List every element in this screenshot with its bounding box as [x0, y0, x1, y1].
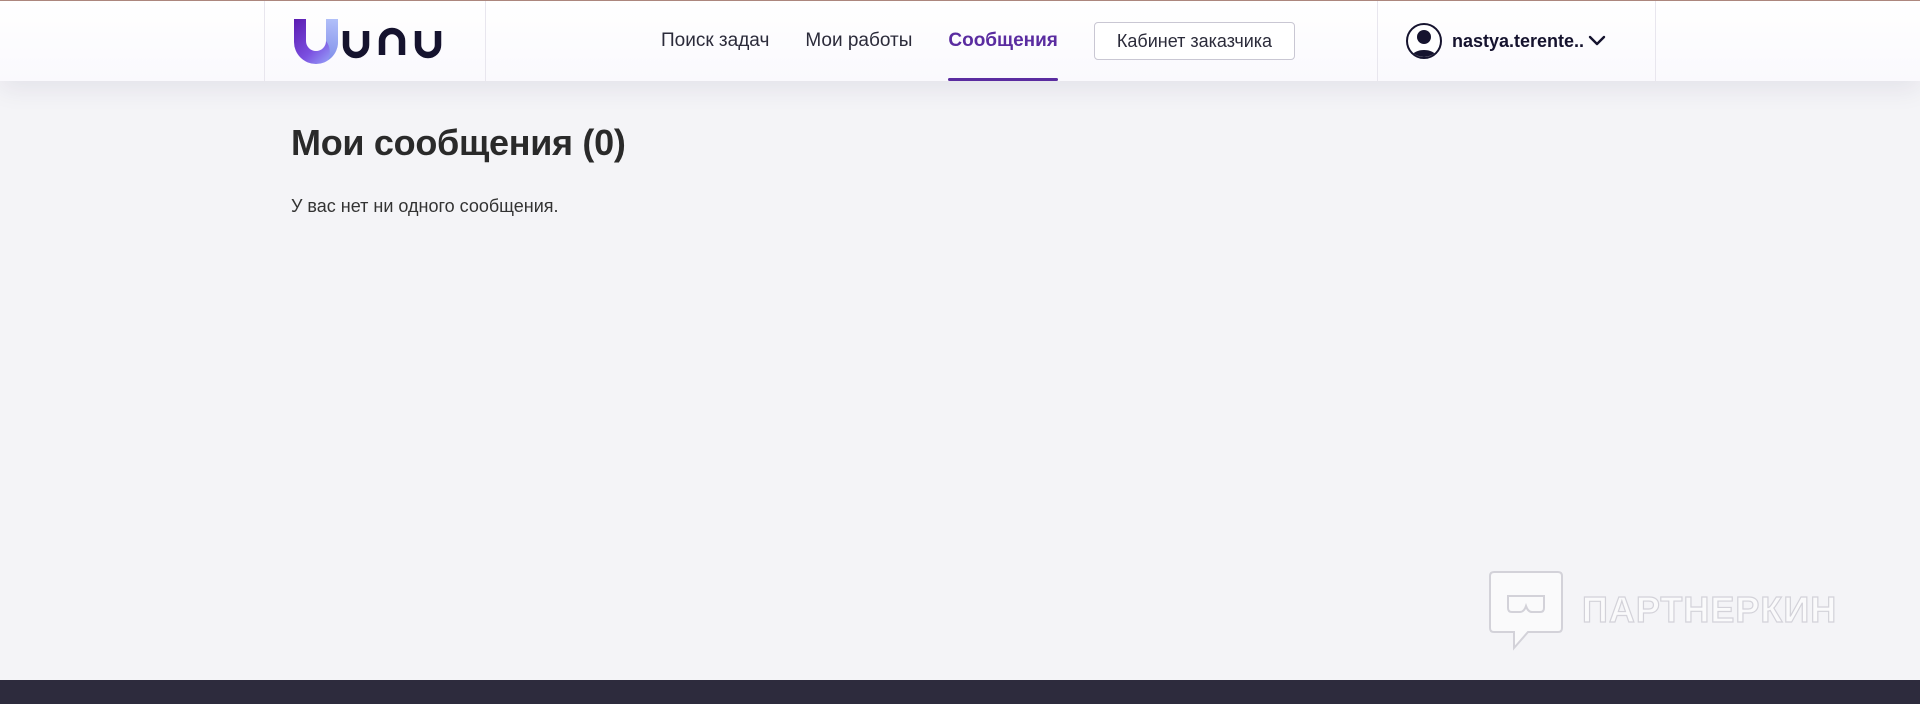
nav-my-works[interactable]: Мои работы — [805, 1, 912, 81]
partnerkin-watermark: ПАРТНЕРКИН — [1488, 568, 1837, 652]
header-divider — [1377, 1, 1378, 81]
header-divider — [485, 1, 486, 81]
empty-state-message: У вас нет ни одного сообщения. — [291, 196, 559, 216]
watermark-text: ПАРТНЕРКИН — [1581, 588, 1838, 630]
customer-cabinet-button[interactable]: Кабинет заказчика — [1093, 22, 1296, 60]
page-title: Мои сообщения (0) — [291, 122, 626, 163]
nav-task-search[interactable]: Поиск задач — [661, 1, 769, 81]
unu-logo-icon — [294, 19, 338, 64]
unu-wordmark: unu — [340, 19, 442, 59]
svg-text:unu: unu — [340, 19, 342, 20]
speech-bubble-icon — [1489, 571, 1563, 651]
page-footer — [0, 680, 1920, 704]
chevron-down-icon — [1588, 35, 1606, 47]
user-menu[interactable]: nastya.terente.. — [1406, 1, 1606, 81]
unu-logo[interactable]: unu — [292, 19, 450, 65]
messages-content: Мои сообщения (0) У вас нет ни одного со… — [291, 122, 1491, 217]
nav-messages[interactable]: Сообщения — [948, 1, 1058, 81]
user-avatar-icon — [1406, 23, 1442, 59]
header-divider — [264, 1, 265, 81]
main-nav: Поиск задач Мои работы Сообщения Кабинет… — [661, 1, 1296, 81]
user-name: nastya.terente.. — [1452, 30, 1585, 51]
site-header: unu Поиск задач Мои работы Сообщения Каб… — [0, 1, 1920, 81]
header-divider — [1655, 1, 1656, 81]
